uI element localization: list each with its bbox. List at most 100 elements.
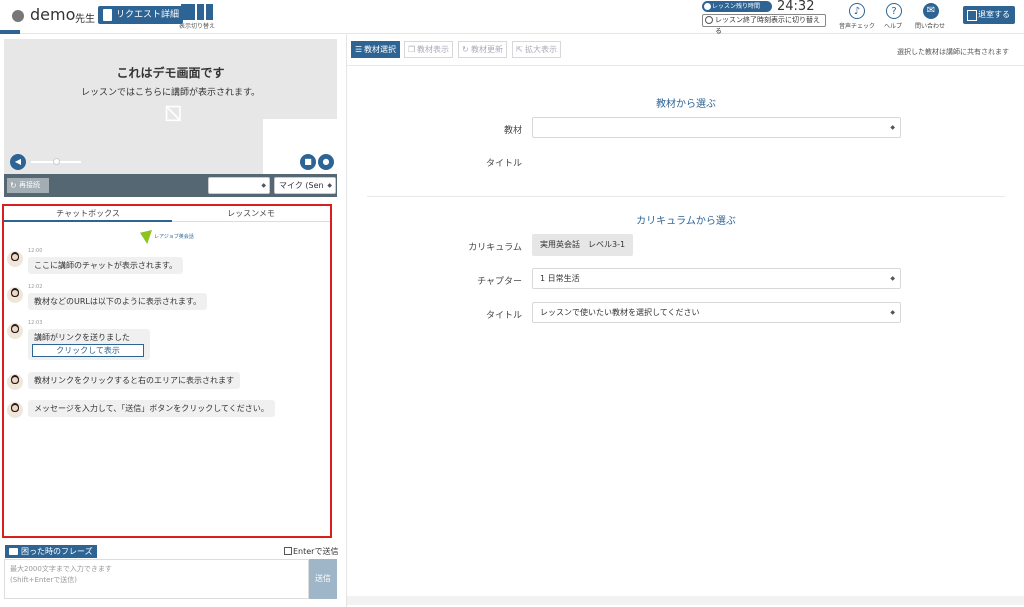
open-link-button[interactable]: クリックして表示 <box>32 344 144 357</box>
teacher-avatar <box>7 287 23 303</box>
refresh-material-label: 教材更新 <box>471 45 503 54</box>
volume-icon[interactable]: ◀ <box>10 154 26 170</box>
link-message-text: 講師がリンクを送りました <box>34 333 130 342</box>
list-icon: ☰ <box>355 45 363 54</box>
materials-panel: ☰ 教材選択 ❐ 教材表示 ↻ 教材更新 ⇱ 拡大表示 選択した教材は講師に共有されます… <box>346 34 1024 607</box>
help-label: ヘルプ <box>884 23 903 30</box>
camera-off-icon: ⧅ <box>163 94 183 129</box>
title-select[interactable]: レッスンで使いたい教材を選択してください ◆ <box>532 302 901 323</box>
chat-box: チャットボックス レッスンメモ レアジョブ英会話 12:00 ここに講師のチャッ… <box>2 204 332 538</box>
document-icon <box>103 9 112 21</box>
teacher-avatar <box>7 402 23 418</box>
chapter-select-value: 1 日常生活 <box>540 274 580 283</box>
title2-label: タイトル <box>485 311 522 321</box>
horizontal-scrollbar[interactable] <box>347 596 1024 605</box>
microphone-icon[interactable]: ♪ <box>849 3 865 19</box>
title-label: タイトル <box>485 159 522 169</box>
remaining-time-value: 24:32 <box>777 0 815 14</box>
teacher-suffix: 先生 <box>75 14 95 25</box>
mic-select[interactable]: マイク (Sen ◆ <box>274 177 336 194</box>
enter-to-send-checkbox[interactable]: Enterで送信 <box>284 546 338 557</box>
material-label: 教材 <box>503 126 522 136</box>
remaining-time-badge: レッスン残り時間 <box>702 1 772 12</box>
title-select-placeholder: レッスンで使いたい教材を選択してください <box>540 308 700 317</box>
refresh-icon: ↻ <box>462 45 469 54</box>
timer-toggle-label: レッスン終了時刻表示に切り替える <box>715 16 820 35</box>
alarm-clock-icon <box>705 16 713 24</box>
select-arrow-icon: ◆ <box>890 309 895 316</box>
external-link-icon: ⇱ <box>516 45 523 54</box>
show-material-label: 教材表示 <box>417 45 449 54</box>
microphone-toggle-icon[interactable]: ● <box>318 154 334 170</box>
help-phrase-button[interactable]: 困った時のフレーズ <box>5 545 97 558</box>
share-note: 選択した教材は講師に共有されます <box>897 48 1009 56</box>
request-detail-label: リクエスト詳細 <box>116 10 180 20</box>
mic-select-value: マイク (Sen <box>279 181 324 190</box>
video-camera-icon[interactable]: ■ <box>300 154 316 170</box>
layout-panel-icon <box>197 4 204 20</box>
message-input-placeholder: 最大2000文字まで入力できます <box>10 565 112 573</box>
message-time: 12:02 <box>28 284 43 290</box>
from-materials-title: 教材から選ぶ <box>656 99 716 110</box>
curriculum-value: 実用英会話 レベル3-1 <box>532 234 634 256</box>
select-material-button[interactable]: ☰ 教材選択 <box>351 41 400 58</box>
select-material-label: 教材選択 <box>364 45 396 54</box>
timer-toggle-button[interactable]: レッスン終了時刻表示に切り替える <box>702 14 826 35</box>
contact-label: 問い合わせ <box>915 23 946 30</box>
select-arrow-icon: ◆ <box>261 182 266 189</box>
refresh-material-button[interactable]: ↻ 教材更新 <box>458 41 507 58</box>
expand-view-label: 拡大表示 <box>525 45 557 54</box>
mail-icon[interactable]: ✉ <box>923 3 939 19</box>
tab-chatbox[interactable]: チャットボックス <box>4 206 172 222</box>
chapter-select[interactable]: 1 日常生活 ◆ <box>532 268 901 289</box>
request-detail-button[interactable]: リクエスト詳細 <box>98 6 184 24</box>
video-demo-title: これはデモ画面です <box>116 66 225 80</box>
message-bubble: ここに講師のチャットが表示されます。 <box>28 257 184 274</box>
teacher-avatar <box>7 323 23 339</box>
send-button[interactable]: 送信 <box>309 559 337 599</box>
chat-tabs: チャットボックス レッスンメモ <box>4 206 330 222</box>
message-time: 12:03 <box>28 320 43 326</box>
device-control-bar: 再接続 ◆ マイク (Sen ◆ <box>4 174 337 197</box>
message-input-hint: (Shift+Enterで送信) <box>10 576 78 584</box>
volume-slider-handle[interactable] <box>53 158 60 165</box>
checkbox-icon[interactable] <box>284 547 292 555</box>
select-arrow-icon: ◆ <box>890 275 895 282</box>
message-input[interactable]: 最大2000文字まで入力できます (Shift+Enterで送信) <box>4 559 309 599</box>
from-curriculum-title: カリキュラムから選ぶ <box>636 216 736 227</box>
status-indicator <box>12 10 24 22</box>
material-select[interactable]: ◆ <box>532 117 901 138</box>
expand-view-button[interactable]: ⇱ 拡大表示 <box>512 41 561 58</box>
top-header: demo 先生 リクエスト詳細 表示切り替え レッスン残り時間 24:32 レッ… <box>0 0 1024 35</box>
layout-switch-label: 表示切り替え <box>179 23 216 30</box>
school-logo: レアジョブ英会話 <box>140 230 200 244</box>
select-arrow-icon: ◆ <box>890 124 895 131</box>
show-material-button[interactable]: ❐ 教材表示 <box>404 41 453 58</box>
link-message-bubble: 講師がリンクを送りました クリックして表示 <box>28 329 150 360</box>
audio-check-label: 音声チェック <box>839 23 876 30</box>
enter-to-send-label: Enterで送信 <box>293 547 339 556</box>
layout-panel-icon <box>206 4 213 20</box>
layout-switch-button[interactable] <box>181 4 213 20</box>
select-arrow-icon: ◆ <box>327 182 332 189</box>
message-bubble: 教材などのURLは以下のように表示されます。 <box>28 293 208 310</box>
message-bubble: 教材リンクをクリックすると右のエリアに表示されます <box>28 372 240 389</box>
message-bubble: メッセージを入力して、「送信」ボタンをクリックしてください。 <box>28 400 275 417</box>
camera-select[interactable]: ◆ <box>208 177 270 194</box>
copy-icon: ❐ <box>408 45 416 54</box>
teacher-video-area: これはデモ画面です レッスンではこちらに講師が表示されます。 ⧅ ◀ ■ ● <box>4 39 337 174</box>
tab-lesson-memo[interactable]: レッスンメモ <box>172 206 330 222</box>
logo-mark-icon <box>140 230 152 244</box>
reconnect-button[interactable]: 再接続 <box>7 178 49 193</box>
exit-button[interactable]: 退室する <box>963 6 1015 24</box>
materials-toolbar: ☰ 教材選択 ❐ 教材表示 ↻ 教材更新 ⇱ 拡大表示 選択した教材は講師に共有されます <box>347 34 1024 66</box>
section-divider <box>367 196 1005 197</box>
logo-text: レアジョブ英会話 <box>154 234 194 240</box>
left-panel: これはデモ画面です レッスンではこちらに講師が表示されます。 ⧅ ◀ ■ ● 再… <box>0 34 342 607</box>
layout-panel-icon <box>181 4 195 20</box>
teacher-avatar <box>7 374 23 390</box>
phrase-button-label: 困った時のフレーズ <box>21 547 93 556</box>
chapter-label: チャプター <box>477 277 522 287</box>
teacher-name: demo <box>30 5 76 24</box>
help-icon[interactable]: ? <box>886 3 902 19</box>
